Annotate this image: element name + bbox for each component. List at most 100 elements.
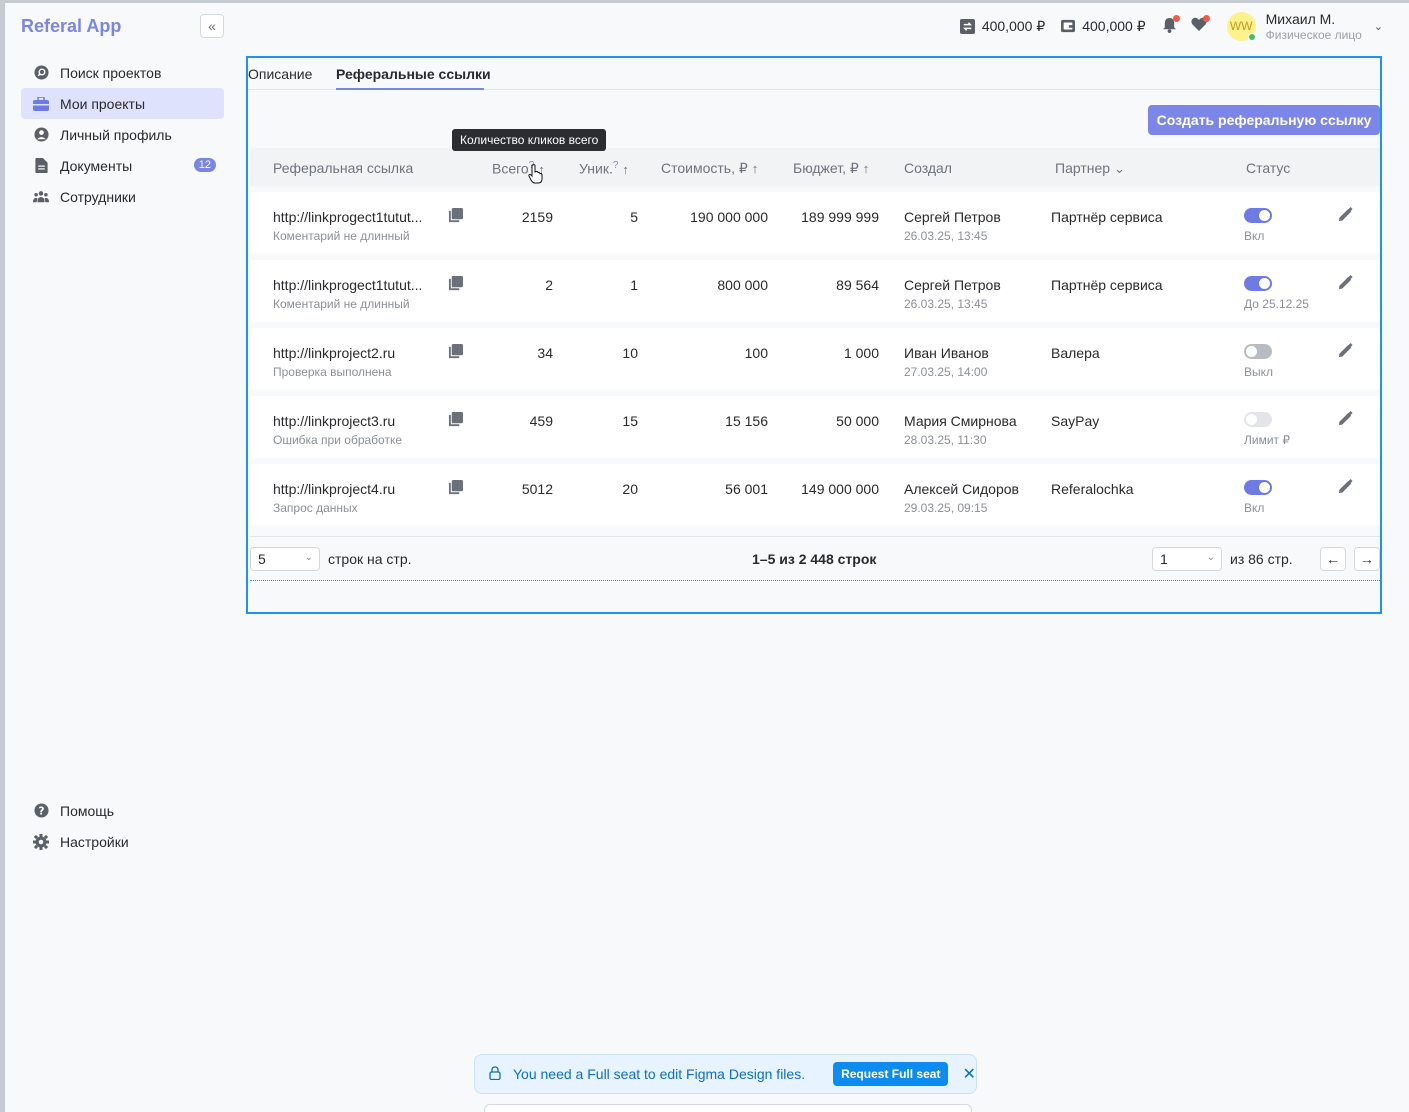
referral-link[interactable]: http://linkproject4.ru	[273, 481, 395, 497]
sidebar-item-help[interactable]: ? Помощь	[21, 795, 224, 826]
table-row[interactable]: http://linkprogect1tutut... Коментарий н…	[250, 260, 1380, 322]
chevron-down-icon[interactable]: ⌄	[1374, 20, 1383, 33]
app-logo: Referal App	[21, 16, 122, 36]
create-referral-link-button[interactable]: Создать реферальную ссылку	[1148, 105, 1380, 135]
team-icon	[33, 189, 49, 205]
balance-secondary[interactable]: 400,000 ₽	[1061, 18, 1146, 35]
user-name: Михаил М.	[1265, 10, 1336, 27]
copy-icon[interactable]	[448, 208, 463, 226]
status-toggle[interactable]	[1244, 208, 1272, 223]
gear-icon	[33, 833, 49, 850]
sidebar-item-profile[interactable]: Личный профиль	[21, 119, 224, 150]
pagination-bar: 5 ⌄ строк на стр. 1–5 из 2 448 строк 1 ⌄…	[250, 536, 1380, 581]
copy-icon[interactable]	[448, 276, 463, 294]
rows-per-page-select[interactable]: 5 ⌄	[250, 547, 320, 571]
column-header-status: Статус	[1246, 160, 1291, 176]
balance-primary[interactable]: 400,000 ₽	[959, 17, 1046, 35]
copy-icon[interactable]	[448, 480, 463, 498]
favorites-dot	[1202, 15, 1210, 22]
sidebar-item-documents[interactable]: Документы 12	[21, 150, 224, 181]
edit-pencil-icon[interactable]	[1338, 411, 1353, 429]
sort-arrow-icon[interactable]: ↑	[863, 161, 870, 176]
creator-name: Сергей Петров	[904, 277, 1001, 293]
status-label: Вкл	[1244, 501, 1265, 515]
sort-arrow-icon[interactable]: ↑	[752, 161, 759, 176]
edit-pencil-icon[interactable]	[1338, 275, 1353, 293]
request-full-seat-button[interactable]: Request Full seat	[833, 1062, 949, 1086]
user-info[interactable]: Михаил М. Физическое лицо	[1266, 11, 1362, 42]
created-date: 27.03.25, 14:00	[904, 365, 988, 379]
edit-pencil-icon[interactable]	[1338, 207, 1353, 225]
creator-name: Иван Иванов	[904, 345, 989, 361]
chevron-down-icon[interactable]: ⌄	[1114, 161, 1125, 176]
column-header-cost[interactable]: Стоимость, ₽ ↑	[661, 160, 758, 177]
copy-icon[interactable]	[448, 344, 463, 362]
pages-total-label: из 86 стр.	[1230, 551, 1293, 567]
favorites-button[interactable]	[1191, 15, 1210, 35]
arrow-right-icon: →	[1360, 551, 1374, 567]
copy-icon[interactable]	[448, 412, 463, 430]
document-icon	[33, 158, 49, 174]
column-header-created: Создал	[904, 160, 952, 176]
creator-name: Алексей Сидоров	[904, 481, 1019, 497]
sort-arrow-icon[interactable]: ↑	[622, 162, 629, 177]
clicks-unique: 1	[630, 277, 638, 293]
edit-pencil-icon[interactable]	[1338, 479, 1353, 497]
referral-link[interactable]: http://linkproject3.ru	[273, 413, 395, 429]
column-header-unique-label: Уник.	[579, 160, 613, 177]
table-row[interactable]: http://linkproject4.ru Запрос данных 501…	[250, 464, 1380, 526]
sidebar-item-label: Помощь	[60, 802, 115, 819]
referral-link[interactable]: http://linkproject2.ru	[273, 345, 395, 361]
chevron-down-icon: ⌄	[304, 552, 313, 563]
status-toggle[interactable]	[1244, 480, 1272, 495]
page-select[interactable]: 1 ⌄	[1152, 547, 1222, 571]
next-page-button[interactable]: →	[1354, 547, 1380, 571]
clicks-total: 5012	[521, 481, 553, 497]
created-date: 28.03.25, 11:30	[904, 433, 987, 447]
table-row[interactable]: http://linkproject2.ru Проверка выполнен…	[250, 328, 1380, 390]
banner-text: You need a Full seat to edit Figma Desig…	[513, 1066, 806, 1082]
sidebar-item-my-projects[interactable]: Мои проекты	[21, 88, 224, 119]
cost-value: 56 001	[725, 481, 768, 497]
collapse-sidebar-button[interactable]: «	[200, 14, 224, 38]
balance-primary-value: 400,000 ₽	[981, 17, 1046, 34]
column-header-link: Реферальная ссылка	[273, 160, 414, 176]
toggle-knob	[1246, 346, 1257, 357]
created-date: 26.03.25, 13:45	[904, 297, 988, 311]
clicks-total: 459	[529, 413, 553, 429]
status-label: Выкл	[1244, 365, 1274, 379]
rows-per-page-label: строк на стр.	[328, 551, 412, 567]
sidebar-item-settings[interactable]: Настройки	[21, 826, 224, 857]
table-row[interactable]: http://linkproject3.ru Ошибка при обрабо…	[250, 396, 1380, 458]
column-header-partner-label: Партнер	[1055, 160, 1111, 176]
help-question-icon[interactable]: ?	[613, 160, 619, 171]
tab-referral-links[interactable]: Реферальные ссылки	[336, 66, 491, 82]
table-row[interactable]: http://linkprogect1tutut... Коментарий н…	[250, 192, 1380, 254]
toggle-knob	[1246, 414, 1257, 425]
chevron-down-icon: ⌄	[1206, 552, 1215, 563]
column-header-unique[interactable]: Уник.? ↑	[579, 160, 629, 177]
link-comment: Запрос данных	[273, 501, 358, 515]
link-comment: Ошибка при обработке	[273, 433, 402, 447]
active-tab-indicator	[336, 88, 484, 90]
notifications-button[interactable]	[1162, 14, 1180, 36]
referral-link[interactable]: http://linkprogect1tutut...	[273, 209, 422, 225]
status-toggle[interactable]	[1244, 344, 1272, 359]
column-header-partner[interactable]: Партнер ⌄	[1055, 160, 1125, 177]
budget-value: 149 000 000	[801, 481, 879, 497]
sidebar-item-employees[interactable]: Сотрудники	[21, 181, 224, 212]
partner-name: Партнёр сервиса	[1051, 209, 1163, 225]
close-icon[interactable]: ✕	[962, 1064, 975, 1084]
avatar[interactable]: WW	[1226, 11, 1256, 41]
column-header-budget[interactable]: Бюджет, ₽ ↑	[793, 160, 869, 177]
page-value: 1	[1160, 551, 1168, 567]
edit-pencil-icon[interactable]	[1338, 343, 1353, 361]
status-toggle[interactable]	[1244, 412, 1272, 427]
user-role: Физическое лицо	[1265, 27, 1362, 42]
prev-page-button[interactable]: ←	[1320, 547, 1346, 571]
referral-link[interactable]: http://linkprogect1tutut...	[273, 277, 422, 293]
status-toggle[interactable]	[1244, 276, 1272, 291]
tab-description[interactable]: Описание	[248, 66, 312, 82]
referral-links-panel: Описание Реферальные ссылки Создать рефе…	[246, 56, 1382, 614]
sidebar-item-search-projects[interactable]: Поиск проектов	[21, 57, 224, 88]
